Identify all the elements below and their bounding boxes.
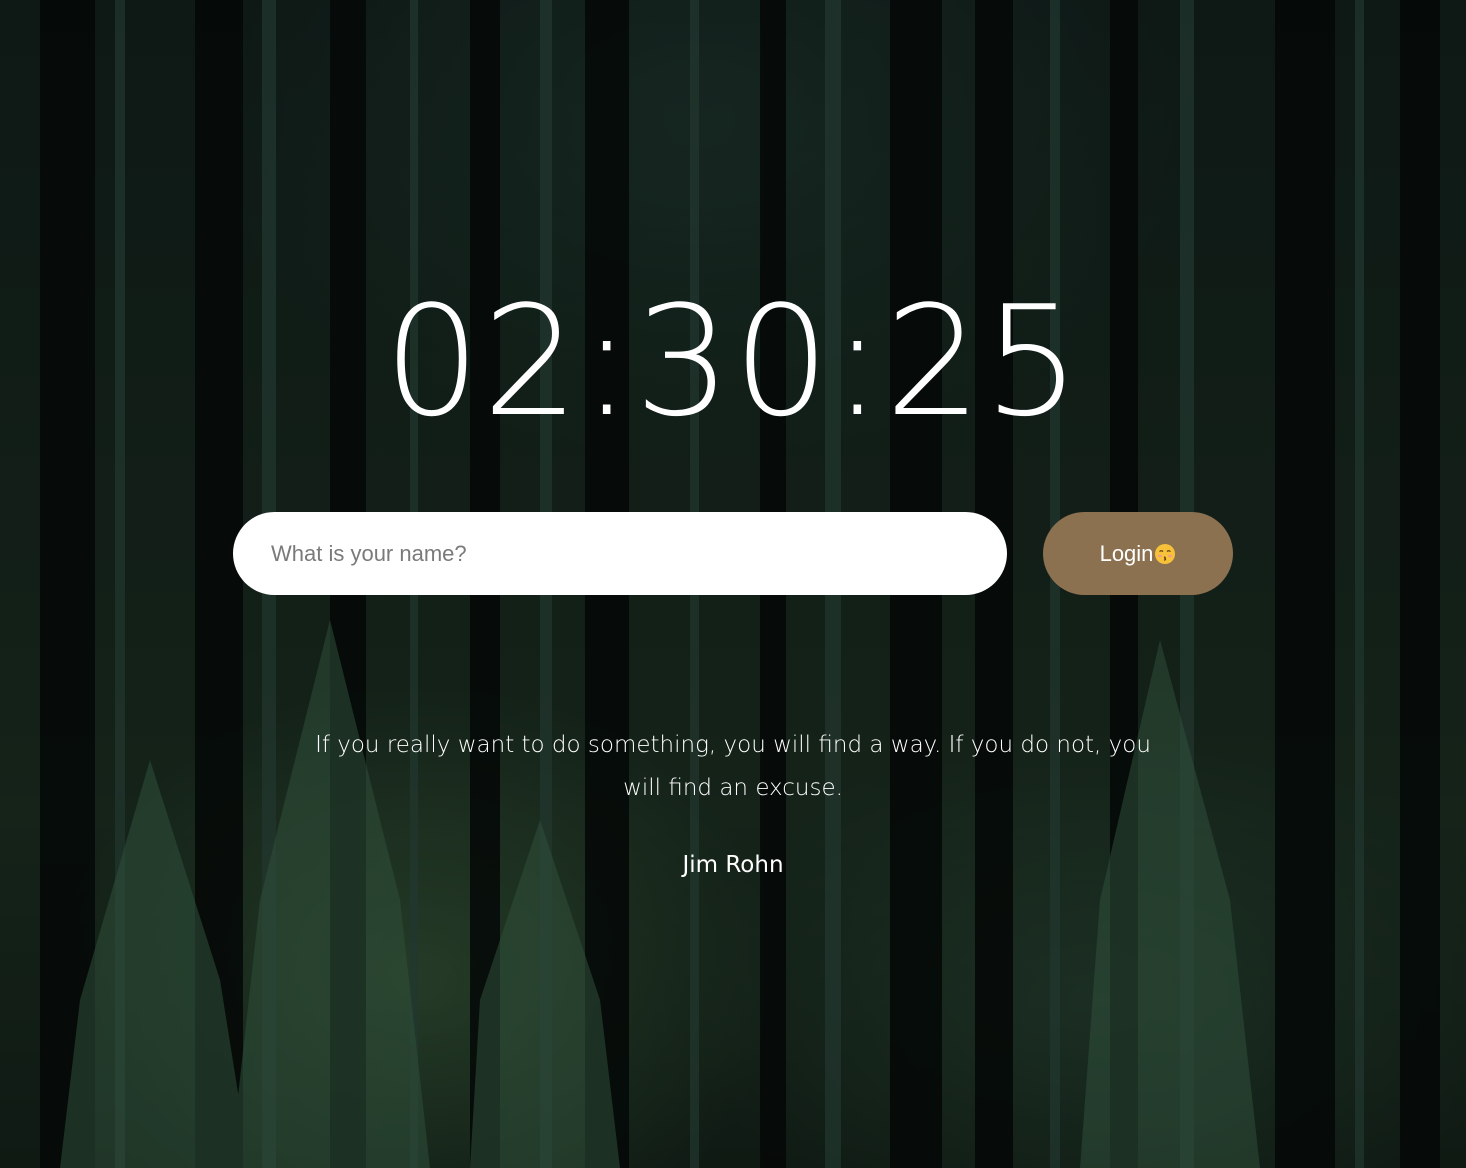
login-button[interactable]: Login [1043,512,1233,595]
kissing-face-emoji-icon [1155,543,1176,564]
login-button-label: Login [1099,540,1154,566]
login-form: Login [233,512,1233,595]
name-input[interactable] [233,512,1007,595]
quote-text: If you really want to do something, you … [315,732,1151,801]
quote-author: Jim Rohn [682,852,784,878]
clock-display: 02:30:25 [383,273,1083,450]
